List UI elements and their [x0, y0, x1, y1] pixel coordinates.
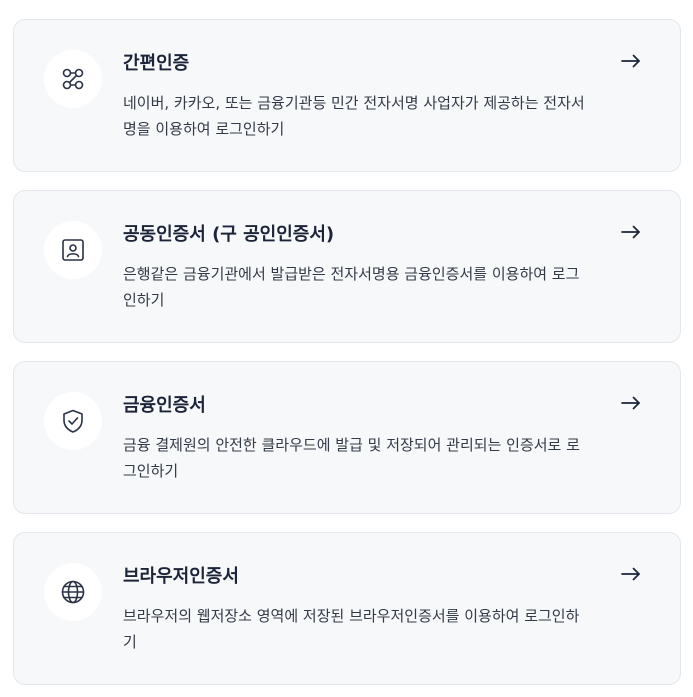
arrow-right-icon[interactable]: [620, 563, 642, 585]
shield-check-icon: [44, 392, 102, 450]
auth-card-title: 간편인증: [123, 53, 190, 74]
auth-card-title: 공동인증서 (구 공인인증서): [123, 224, 335, 245]
auth-card-description: 네이버, 카카오, 또는 금융기관등 민간 전자서명 사업자가 제공하는 전자서…: [123, 94, 585, 138]
auth-card-browser-certificate[interactable]: 브라우저인증서 브라우저의 웹저장소 영역에 저장된 브라우저인증서를 이용하여…: [13, 532, 681, 685]
arrow-right-icon[interactable]: [620, 50, 642, 72]
arrow-right-icon[interactable]: [620, 392, 642, 414]
auth-card-description: 브라우저의 웹저장소 영역에 저장된 브라우저인증서를 이용하여 로그인하기: [123, 607, 580, 651]
id-card-icon: [44, 221, 102, 279]
auth-card-description: 금융 결제원의 안전한 클라우드에 발급 및 저장되어 관리되는 인증서로 로그…: [123, 436, 580, 480]
flow-icon: [44, 50, 102, 108]
auth-card-joint-certificate[interactable]: 공동인증서 (구 공인인증서) 은행같은 금융기관에서 발급받은 전자서명용 금…: [13, 190, 681, 343]
auth-card-title: 브라우저인증서: [123, 566, 239, 587]
auth-card-title: 금융인증서: [123, 395, 206, 416]
globe-icon: [44, 563, 102, 621]
arrow-right-icon[interactable]: [620, 221, 642, 243]
auth-card-financial-certificate[interactable]: 금융인증서 금융 결제원의 안전한 클라우드에 발급 및 저장되어 관리되는 인…: [13, 361, 681, 514]
auth-card-simple[interactable]: 간편인증 네이버, 카카오, 또는 금융기관등 민간 전자서명 사업자가 제공하…: [13, 19, 681, 172]
auth-card-description: 은행같은 금융기관에서 발급받은 전자서명용 금융인증서를 이용하여 로그인하기: [123, 265, 580, 309]
